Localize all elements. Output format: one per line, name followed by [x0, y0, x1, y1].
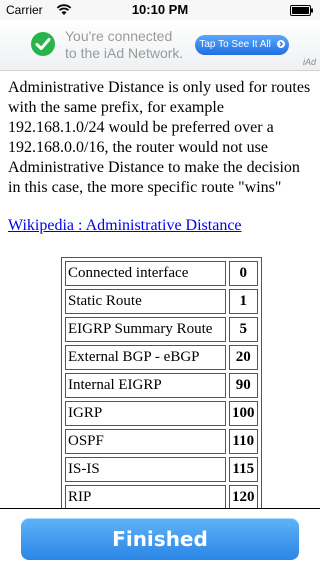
table-row: External BGP - eBGP 20 — [65, 345, 258, 370]
description-text: Administrative Distance is only used for… — [8, 79, 311, 196]
admin-distance-table: Connected interface 0 Static Route 1 EIGRP S… — [61, 257, 262, 542]
route-source-cell: Connected interface — [65, 261, 226, 286]
content-area: Administrative Distance is only used for… — [8, 78, 314, 236]
route-source-cell: Internal EIGRP — [65, 373, 226, 398]
ad-tap-button[interactable]: Tap To See It All — [195, 35, 289, 55]
app-screen: Carrier 10:10 PM You're connected to the… — [0, 0, 320, 568]
table-row: Internal EIGRP 90 — [65, 373, 258, 398]
table-row: OSPF 110 — [65, 429, 258, 454]
iad-logo: iAd — [302, 57, 316, 67]
route-source-cell: IGRP — [65, 401, 226, 426]
distance-value-cell: 110 — [229, 429, 258, 454]
status-bar: Carrier 10:10 PM — [0, 0, 320, 20]
ad-message: You're connected to the iAd Network. — [65, 28, 195, 62]
route-source-cell: OSPF — [65, 429, 226, 454]
distance-value-cell: 20 — [229, 345, 258, 370]
route-source-cell: EIGRP Summary Route — [65, 317, 226, 342]
distance-value-cell: 90 — [229, 373, 258, 398]
distance-value-cell: 1 — [229, 289, 258, 314]
route-source-cell: RIP — [65, 485, 226, 510]
wikipedia-link[interactable]: Wikipedia : Administrative Distance — [8, 216, 314, 236]
status-time: 10:10 PM — [131, 2, 189, 17]
battery-icon — [290, 5, 313, 16]
distance-value-cell: 5 — [229, 317, 258, 342]
table-row: Static Route 1 — [65, 289, 258, 314]
table-row: IS-IS 115 — [65, 457, 258, 482]
distance-value-cell: 115 — [229, 457, 258, 482]
chevron-right-icon — [276, 40, 285, 48]
route-source-cell: IS-IS — [65, 457, 226, 482]
distance-value-cell: 100 — [229, 401, 258, 426]
iad-banner[interactable]: You're connected to the iAd Network. Tap… — [0, 20, 320, 71]
route-source-cell: External BGP - eBGP — [65, 345, 226, 370]
checkmark-icon — [31, 32, 55, 56]
ad-message-line1: You're connected — [65, 28, 173, 44]
table-row: Connected interface 0 — [65, 261, 258, 286]
ad-message-line2: to the iAd Network. — [65, 45, 184, 61]
bottom-bar: Finished — [0, 508, 320, 568]
finished-button[interactable]: Finished — [21, 518, 299, 560]
table-row: EIGRP Summary Route 5 — [65, 317, 258, 342]
table-row: IGRP 100 — [65, 401, 258, 426]
ad-tap-button-label: Tap To See It All — [199, 39, 271, 50]
admin-distance-table-body: Connected interface 0 Static Route 1 EIGRP S… — [65, 261, 258, 538]
distance-value-cell: 120 — [229, 485, 258, 510]
table-row: RIP 120 — [65, 485, 258, 510]
route-source-cell: Static Route — [65, 289, 226, 314]
distance-value-cell: 0 — [229, 261, 258, 286]
